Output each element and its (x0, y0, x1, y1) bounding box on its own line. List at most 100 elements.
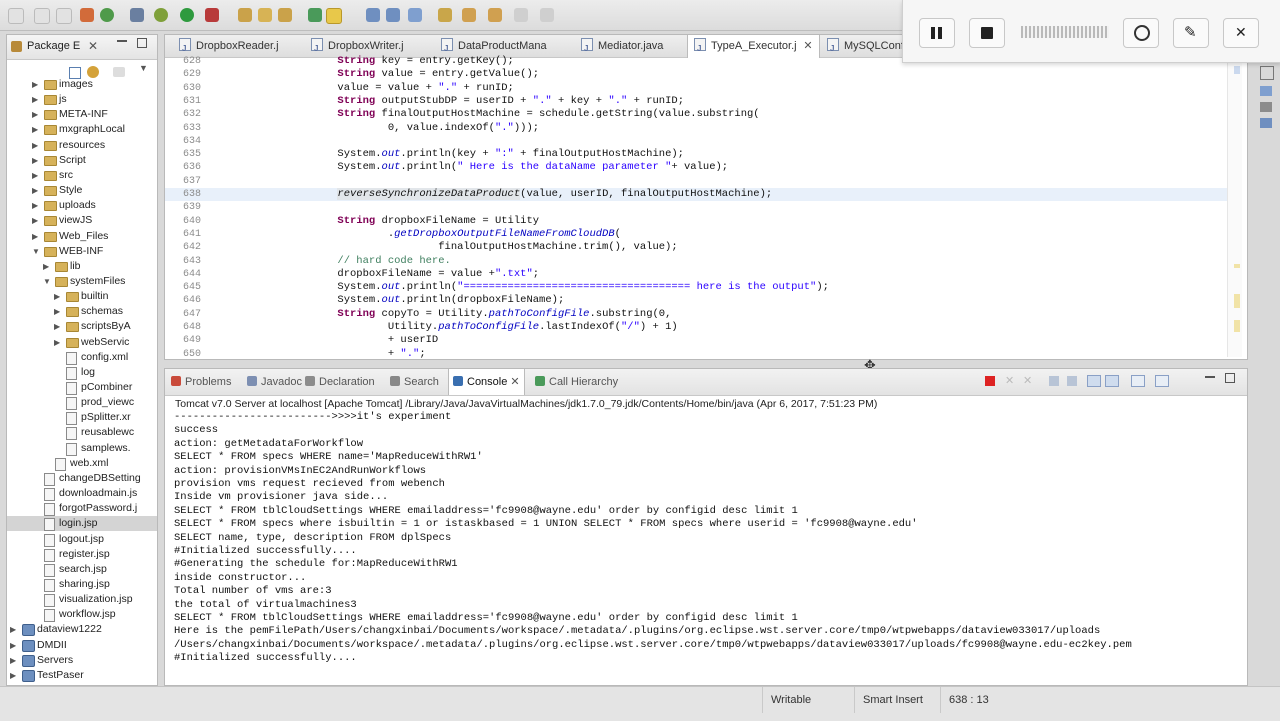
editor-tab[interactable]: MySQLConf (821, 35, 910, 60)
chevron-right-icon[interactable]: ▶ (10, 638, 20, 653)
tree-file[interactable]: logout.jsp (7, 532, 157, 547)
tree-project[interactable]: ▶ dataview1222 (7, 622, 157, 637)
chevron-right-icon[interactable]: ▶ (32, 77, 42, 92)
tree-folder[interactable]: ▶ uploads (7, 198, 157, 213)
code-line[interactable]: 649 + userID (165, 334, 1229, 347)
code-line[interactable]: 630 value = value + "." + runID; (165, 82, 1229, 95)
chevron-right-icon[interactable]: ▶ (32, 198, 42, 213)
maximize-icon[interactable] (137, 38, 147, 48)
tree-folder[interactable]: ▶ scriptsByA (7, 319, 157, 334)
editor-tab[interactable]: DropboxReader.j (173, 35, 285, 60)
tree-file[interactable]: search.jsp (7, 562, 157, 577)
save-icon[interactable] (34, 8, 50, 24)
forward-icon[interactable] (488, 8, 502, 22)
tree-file[interactable]: sharing.jsp (7, 577, 157, 592)
tree-folder[interactable]: ▶ images (7, 77, 157, 92)
view-menu-icon[interactable] (113, 67, 125, 77)
tree-file[interactable]: pCombiner (7, 380, 157, 395)
maximize-icon[interactable] (1225, 373, 1235, 383)
chevron-down-icon[interactable]: ▼ (139, 63, 148, 73)
chevron-right-icon[interactable]: ▶ (32, 153, 42, 168)
overview-marker[interactable] (1234, 294, 1240, 308)
tree-folder[interactable]: ▶ builtin (7, 289, 157, 304)
tree-project[interactable]: ▶ Servers (7, 653, 157, 668)
tree-folder[interactable]: ▶ resources (7, 138, 157, 153)
bottom-tab[interactable]: Declaration (305, 369, 375, 395)
code-line[interactable]: 640 String dropboxFileName = Utility (165, 215, 1229, 228)
tree-folder[interactable]: ▶ src (7, 168, 157, 183)
code-line[interactable]: 647 String copyTo = Utility.pathToConfig… (165, 308, 1229, 321)
code-line[interactable]: 644 dropboxFileName = value +".txt"; (165, 268, 1229, 281)
clear-console-icon[interactable] (1049, 376, 1059, 386)
external-tools-icon[interactable] (205, 8, 219, 22)
debug-icon[interactable] (154, 8, 168, 22)
save-all-icon[interactable] (56, 8, 72, 24)
terminate-icon[interactable] (985, 376, 995, 386)
tree-file[interactable]: workflow.jsp (7, 607, 157, 623)
chevron-right-icon[interactable]: ▶ (10, 668, 20, 683)
tree-file[interactable]: config.xml (7, 350, 157, 365)
webcam-button[interactable] (1123, 18, 1159, 48)
prev-annotation-icon[interactable] (438, 8, 452, 22)
search-toolbar-icon[interactable] (308, 8, 322, 22)
outline-icon[interactable] (1260, 86, 1272, 96)
chevron-right-icon[interactable]: ▶ (54, 289, 64, 304)
tree-folder[interactable]: ▶ webServic (7, 335, 157, 350)
code-line[interactable]: 645 System.out.println("================… (165, 281, 1229, 294)
close-recorder-button[interactable]: ✕ (1223, 18, 1259, 48)
chevron-right-icon[interactable]: ▶ (54, 319, 64, 334)
scroll-lock-icon[interactable] (1067, 376, 1077, 386)
code-line[interactable]: 648 Utility.pathToConfigFile.lastIndexOf… (165, 321, 1229, 334)
next-annotation-icon[interactable] (408, 8, 422, 22)
chevron-down-icon[interactable]: ▼ (32, 244, 42, 259)
editor-tab[interactable]: DropboxWriter.j (305, 35, 410, 60)
chevron-right-icon[interactable]: ▶ (32, 229, 42, 244)
overview-marker[interactable] (1234, 66, 1240, 74)
chevron-right-icon[interactable]: ▶ (32, 213, 42, 228)
tree-folder[interactable]: ▶ schemas (7, 304, 157, 319)
tree-folder[interactable]: ▼ systemFiles (7, 274, 157, 289)
code-editor[interactable]: DropboxReader.j DropboxWriter.j DataProduc… (164, 34, 1248, 360)
tree-project[interactable]: ▶ TestPaser (7, 668, 157, 683)
remove-launch-icon[interactable]: ✕ (1005, 374, 1014, 387)
task-list-icon[interactable] (1260, 102, 1272, 112)
tree-file[interactable]: samplews. (7, 441, 157, 456)
close-icon[interactable]: ✕ (507, 376, 519, 388)
display-console-icon[interactable] (1155, 375, 1169, 387)
highlight-icon[interactable] (326, 8, 342, 24)
code-line[interactable]: 642 finalOutputHostMachine.trim(), value… (165, 241, 1229, 254)
chevron-right-icon[interactable]: ▶ (54, 335, 64, 350)
chevron-right-icon[interactable]: ▶ (10, 622, 20, 637)
tree-folder[interactable]: ▶ Script (7, 153, 157, 168)
editor-tab[interactable]: Mediator.java (575, 35, 669, 60)
show-on-output-icon[interactable] (1087, 375, 1101, 387)
chevron-right-icon[interactable]: ▶ (10, 653, 20, 668)
pin-console-icon[interactable] (1131, 375, 1145, 387)
code-line[interactable]: 650 + "."; (165, 348, 1229, 359)
tree-file[interactable]: downloadmain.js (7, 486, 157, 502)
bottom-tab[interactable]: Problems (171, 369, 231, 395)
minimize-icon[interactable] (1205, 376, 1215, 378)
bottom-tab[interactable]: Search (390, 369, 439, 395)
tree-file[interactable]: log (7, 365, 157, 380)
close-icon[interactable]: ✕ (803, 35, 812, 57)
chevron-down-icon[interactable]: ▼ (43, 274, 53, 289)
chevron-right-icon[interactable]: ▶ (32, 122, 42, 137)
tree-file[interactable]: login.jsp (7, 516, 157, 532)
tree-file[interactable]: register.jsp (7, 547, 157, 562)
skip-breakpoints-icon[interactable] (130, 8, 144, 22)
tasks-icon[interactable] (1260, 118, 1272, 128)
chevron-right-icon[interactable]: ▶ (32, 107, 42, 122)
show-whitespace-icon[interactable] (366, 8, 380, 22)
tree-folder[interactable]: ▼ WEB-INF (7, 244, 157, 259)
code-line[interactable]: 635 System.out.println(key + ":" + final… (165, 148, 1229, 161)
close-icon[interactable]: ✕ (88, 39, 98, 53)
chevron-right-icon[interactable]: ▶ (32, 183, 42, 198)
tree-folder[interactable]: ▶ META-INF (7, 107, 157, 122)
pause-button[interactable] (919, 18, 955, 48)
minimize-icon[interactable] (117, 40, 127, 42)
open-type-icon[interactable] (80, 8, 94, 22)
code-line[interactable]: 633 0, value.indexOf("."))); (165, 122, 1229, 135)
tree-folder[interactable]: ▶ mxgraphLocal (7, 122, 157, 137)
pin-icon[interactable] (540, 8, 554, 22)
